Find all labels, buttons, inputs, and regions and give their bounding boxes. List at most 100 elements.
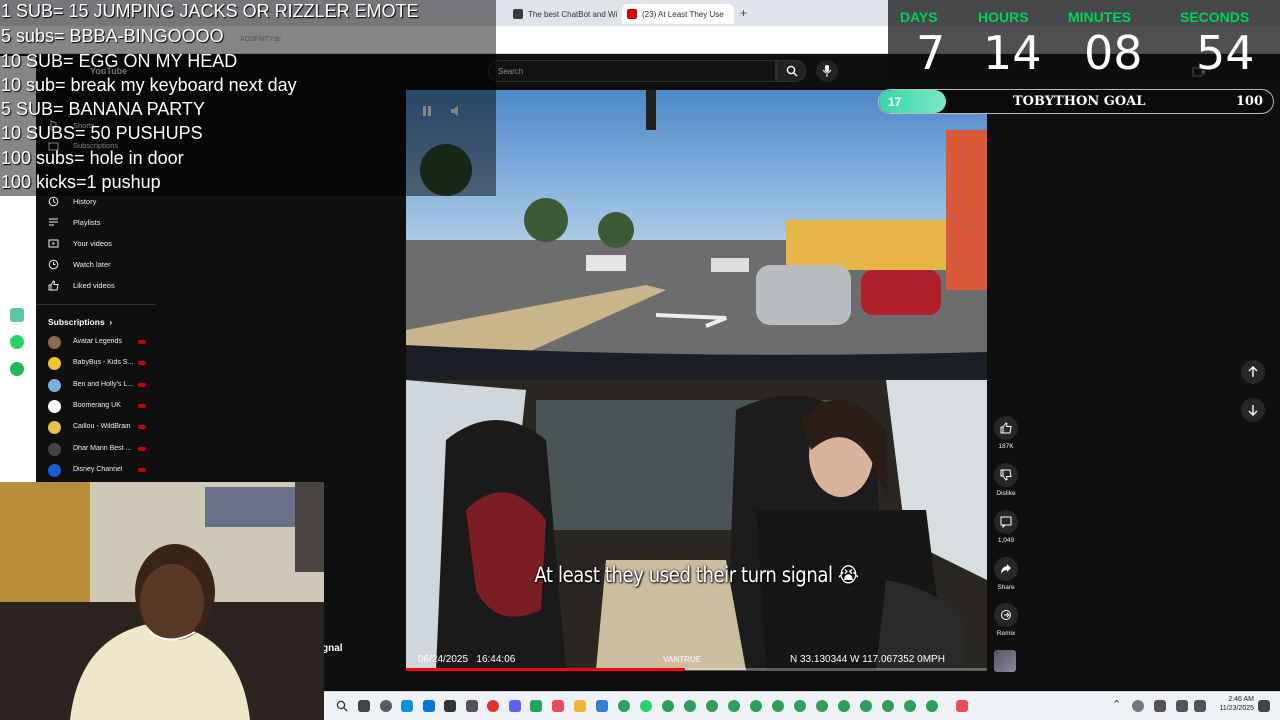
obs-icon[interactable]	[380, 700, 392, 712]
timer-label-seconds: SECONDS	[1180, 9, 1250, 25]
search-placeholder: Search	[498, 67, 524, 76]
new-tab-button[interactable]: +	[740, 6, 747, 20]
rule-line: 100 kicks=1 pushup	[1, 172, 161, 192]
discord-icon[interactable]	[509, 700, 521, 712]
file-explorer-icon[interactable]	[574, 700, 586, 712]
next-video-button[interactable]	[1241, 398, 1265, 422]
chrome-icon[interactable]	[772, 700, 784, 712]
tray-icon[interactable]	[1132, 700, 1144, 712]
chrome-icon[interactable]	[860, 700, 872, 712]
like-button[interactable]: 187K	[990, 416, 1022, 450]
subscription-label: Caillou - WildBrain	[73, 423, 131, 430]
taskbar-clock[interactable]: 2:46 AM 11/23/2025	[1210, 695, 1254, 713]
like-count: 187K	[998, 443, 1014, 450]
timer-value-hours: 14	[983, 26, 1042, 80]
chrome-icon[interactable]	[706, 700, 718, 712]
comments-button[interactable]: 1,049	[990, 510, 1022, 544]
video-progress-fill	[406, 668, 685, 671]
task-view-icon[interactable]	[358, 700, 370, 712]
edge-icon[interactable]	[401, 700, 413, 712]
chrome-icon[interactable]	[904, 700, 916, 712]
live-indicator-icon	[138, 361, 146, 365]
sound-thumbnail[interactable]	[994, 650, 1016, 672]
youtube-favicon-icon	[627, 9, 637, 19]
chrome-icon[interactable]	[618, 700, 630, 712]
comment-icon	[1000, 516, 1012, 528]
windows-taskbar: ⌃	[324, 691, 1280, 720]
search-button[interactable]	[776, 60, 806, 82]
app-icon[interactable]	[596, 700, 608, 712]
chrome-icon[interactable]	[684, 700, 696, 712]
share-button[interactable]: Share	[990, 557, 1022, 591]
tab-chatbot[interactable]: The best ChatBot and Wi	[508, 4, 620, 24]
wifi-icon[interactable]	[1176, 700, 1188, 712]
live-indicator-icon	[138, 340, 146, 344]
chrome-icon[interactable]	[750, 700, 762, 712]
rule-line: 5 subs= BBBA-BINGOOOO	[1, 26, 224, 46]
share-label: Share	[997, 584, 1015, 591]
arrow-down-icon	[1248, 405, 1258, 416]
cabin-footage	[406, 380, 987, 670]
previous-video-button[interactable]	[1241, 360, 1265, 384]
app-icon[interactable]	[466, 700, 478, 712]
chrome-icon[interactable]	[728, 700, 740, 712]
subathon-timer: DAYS HOURS MINUTES SECONDS 7 14 08 54	[888, 0, 1280, 84]
sidebar-item-label: Liked videos	[73, 281, 115, 290]
opera-icon[interactable]	[487, 700, 499, 712]
arrow-up-icon	[1248, 366, 1258, 377]
chrome-icon[interactable]	[926, 700, 938, 712]
dislike-button[interactable]: Dislike	[990, 463, 1022, 497]
store-icon[interactable]	[423, 700, 435, 712]
subscriptions-heading[interactable]: Subscriptions ›	[48, 317, 112, 327]
search-input[interactable]: Search	[488, 60, 776, 82]
goal-title: TOBYTHON GOAL	[1013, 94, 1146, 109]
chevron-right-icon: ›	[107, 317, 113, 327]
timer-label-minutes: MINUTES	[1068, 9, 1131, 25]
tab-youtube[interactable]: (23) At Least They Use	[622, 4, 734, 24]
chrome-icon[interactable]	[794, 700, 806, 712]
goal-current: 17	[888, 95, 902, 109]
voice-search-button[interactable]	[816, 60, 838, 82]
history-icon	[48, 196, 59, 207]
chrome-icon[interactable]	[882, 700, 894, 712]
whatsapp-icon[interactable]	[640, 700, 652, 712]
microphone-icon[interactable]	[1154, 700, 1166, 712]
share-icon	[1001, 564, 1011, 574]
search-icon[interactable]	[336, 700, 348, 712]
active-app-icon[interactable]	[530, 700, 542, 712]
sidebar-divider	[36, 304, 156, 305]
video-caption: At least they used their turn signal 😭	[534, 563, 859, 587]
notifications-icon[interactable]	[1258, 700, 1270, 712]
chrome-icon[interactable]	[838, 700, 850, 712]
sidebar-item-label: History	[73, 197, 97, 206]
dashcam-coordinates: N 33.130344 W 117.067352 0MPH	[790, 654, 945, 665]
dislike-label: Dislike	[996, 490, 1016, 497]
live-indicator-icon	[138, 383, 146, 387]
volume-icon[interactable]	[1194, 700, 1206, 712]
subscription-label: Ben and Holly's L...	[73, 381, 133, 388]
terminal-icon[interactable]	[444, 700, 456, 712]
app-icon[interactable]	[552, 700, 564, 712]
spotify-icon[interactable]	[10, 362, 24, 376]
dashcam-timestamp: 06/24/2025 16:44:06	[418, 654, 516, 665]
search-icon	[786, 65, 798, 77]
rule-line: 5 SUB= BANANA PARTY	[1, 99, 205, 119]
goal-target: 100	[1235, 94, 1263, 109]
live-indicator-icon	[138, 447, 146, 451]
chrome-icon[interactable]	[816, 700, 828, 712]
timer-value-days: 7	[916, 26, 946, 80]
remix-button[interactable]: Remix	[990, 603, 1022, 637]
live-indicator-icon	[138, 468, 146, 472]
chatgpt-icon[interactable]	[10, 308, 24, 322]
timer-label-days: DAYS	[900, 9, 938, 25]
subscription-label: Avatar Legends	[73, 338, 122, 345]
chevron-up-icon[interactable]: ⌃	[1112, 698, 1121, 711]
tab-title: (23) At Least They Use	[642, 10, 724, 19]
app-icon[interactable]	[956, 700, 968, 712]
stream-rules-overlay: 1 SUB= 15 JUMPING JACKS OR RIZZLER EMOTE…	[0, 0, 496, 196]
video-progress-bar[interactable]	[406, 668, 987, 671]
whatsapp-icon[interactable]	[10, 335, 24, 349]
chrome-icon[interactable]	[662, 700, 674, 712]
microphone-icon	[822, 65, 832, 77]
sidebar-item-label: Watch later	[73, 260, 111, 269]
